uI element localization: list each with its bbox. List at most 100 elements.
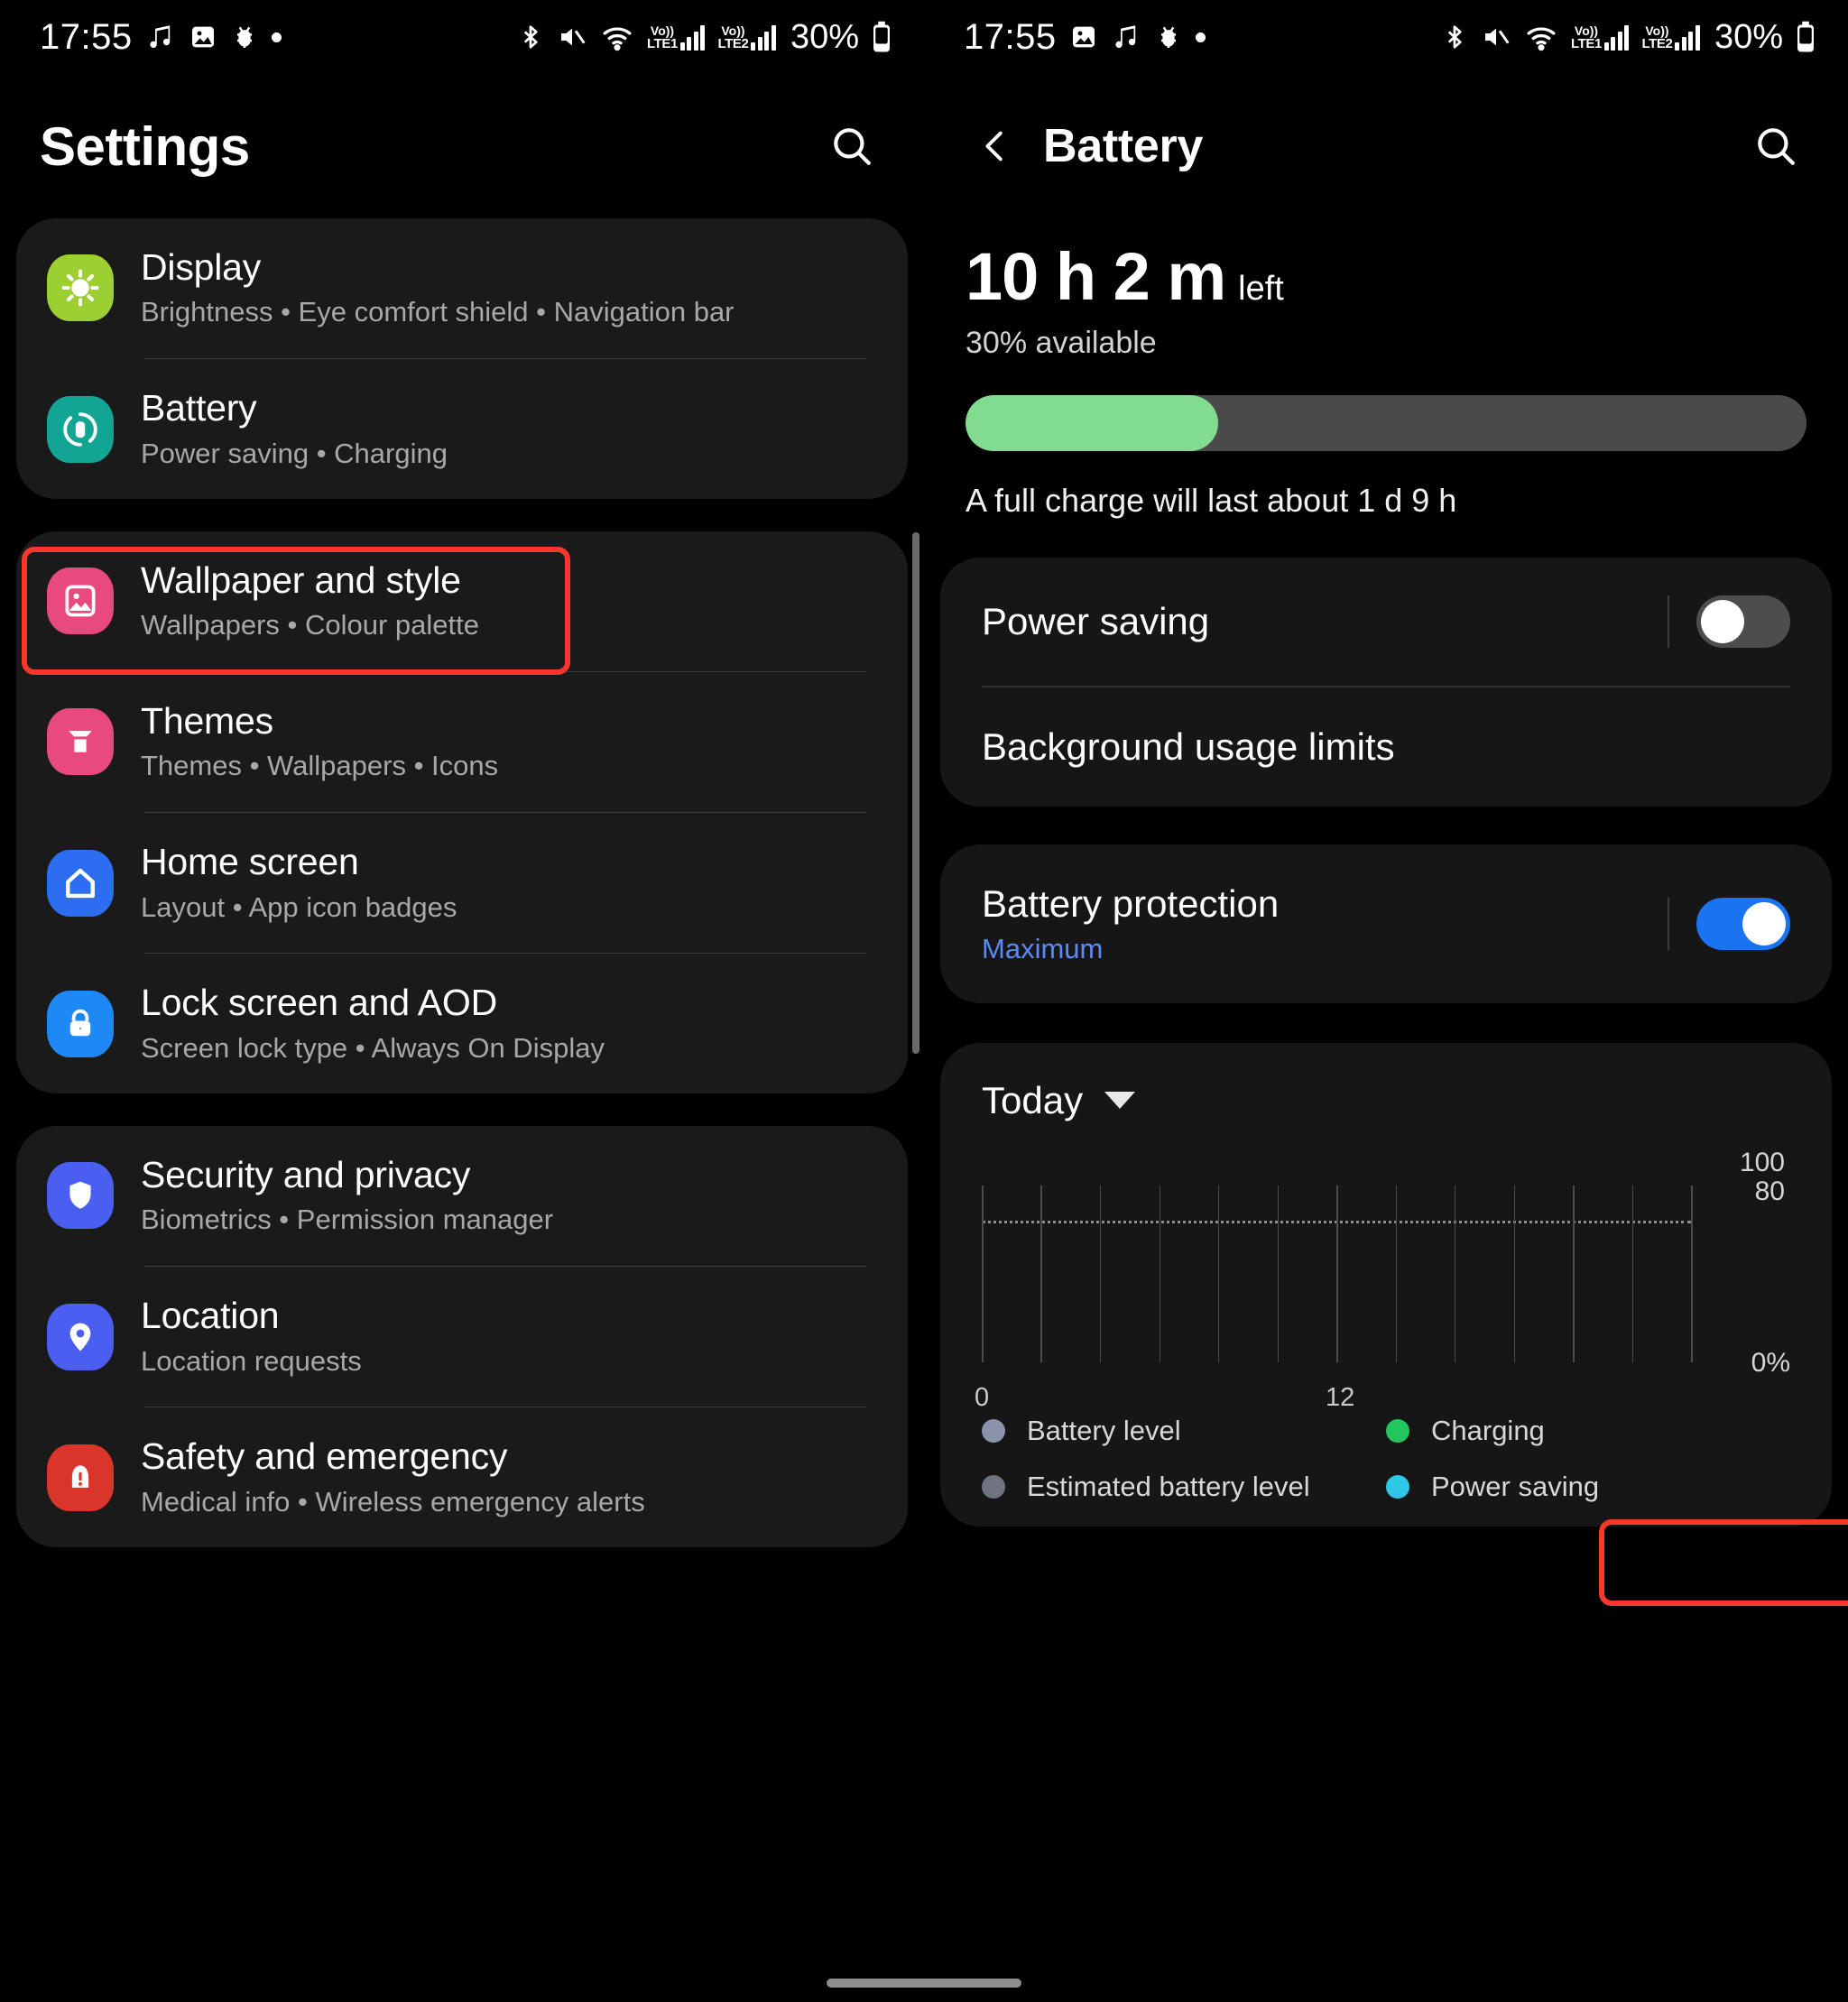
chart-legend: Battery level Estimated battery level Ch… (940, 1415, 1832, 1527)
sidebar-item-location[interactable]: Location Location requests (16, 1267, 908, 1407)
volte-sim2-icon: Vo)) LTE2 (717, 24, 776, 51)
sidebar-item-subtitle: Wallpapers • Colour palette (141, 609, 479, 641)
period-selector[interactable]: Today (940, 1079, 1832, 1122)
chart-gridline (1217, 1185, 1220, 1362)
image-icon (189, 23, 217, 51)
battery-usage-chart: 100 80 0% 0 12 (940, 1148, 1832, 1412)
row-battery-protection[interactable]: Battery protection Maximum (940, 844, 1832, 1003)
sidebar-item-home-screen[interactable]: Home screen Layout • App icon badges (16, 813, 908, 953)
battery-available: 30% available (966, 326, 1157, 360)
signal-sim2-icon (751, 24, 776, 51)
sidebar-item-safety-and-emergency[interactable]: Safety and emergency Medical info • Wire… (16, 1407, 908, 1547)
status-battery-percent: 30% (1714, 17, 1783, 56)
chart-xtick-0: 0 (975, 1382, 990, 1412)
battery-circle-icon (47, 395, 114, 463)
sidebar-item-label: Security and privacy (141, 1154, 471, 1196)
sidebar-item-label: Display (141, 246, 262, 288)
scrollbar-thumb[interactable] (912, 532, 919, 1054)
battery-pane: 17:55 Vo)) LTE1 Vo)) LTE2 30% Battery 10… (924, 0, 1848, 2002)
sidebar-item-label: Themes (141, 700, 273, 743)
sidebar-item-subtitle: Biometrics • Permission manager (141, 1204, 554, 1236)
battery-icon (872, 21, 892, 53)
volte-sim1-top: Vo)) (1574, 23, 1599, 38)
legend-label: Charging (1431, 1414, 1545, 1446)
sidebar-item-subtitle: Layout • App icon badges (141, 890, 457, 923)
battery-header: Battery (924, 74, 1848, 218)
battery-usage-chart-card: Today 100 80 0% 0 12 Battery level Estim… (940, 1042, 1832, 1527)
status-battery-percent: 30% (790, 17, 859, 56)
legend-dot (982, 1418, 1005, 1443)
volte-sim1-icon: Vo)) LTE1 (1571, 23, 1630, 51)
settings-scroll-area[interactable]: Display Brightness • Eye comfort shield … (0, 218, 924, 2002)
legend-label: Power saving (1431, 1470, 1600, 1502)
volte-sim1-icon: Vo)) LTE1 (647, 23, 706, 51)
navigation-bar (0, 1953, 1848, 2002)
search-icon[interactable] (819, 114, 884, 179)
battery-protection-sub: Maximum (982, 932, 1104, 964)
legend-label: Battery level (1027, 1414, 1181, 1446)
chevron-left-icon[interactable] (964, 115, 1027, 178)
search-icon[interactable] (1743, 114, 1808, 179)
volte-sim2-top: Vo)) (1645, 23, 1669, 38)
home-gesture-pill[interactable] (827, 1979, 1021, 1988)
chart-gridline (1513, 1185, 1515, 1362)
music-note-icon (145, 22, 176, 52)
image-icon (47, 567, 114, 635)
toggle-separator (1668, 897, 1669, 950)
lock-icon (47, 990, 114, 1057)
battery-protection-card: Battery protection Maximum (940, 844, 1832, 1003)
page-title: Battery (1043, 120, 1204, 172)
toggle-separator (1668, 595, 1669, 648)
chart-plot-area: 100 80 0% 0 12 (975, 1148, 1790, 1412)
sidebar-item-display[interactable]: Display Brightness • Eye comfort shield … (16, 218, 908, 358)
power-saving-toggle[interactable] (1696, 595, 1790, 648)
power-saving-label: Power saving (982, 600, 1210, 642)
sun-icon (47, 254, 114, 322)
sidebar-item-themes[interactable]: Themes Themes • Wallpapers • Icons (16, 672, 908, 812)
legend-item-power-saving: Power saving (1386, 1471, 1790, 1503)
legend-dot (1386, 1474, 1409, 1499)
sidebar-item-battery[interactable]: Battery Power saving • Charging (16, 359, 908, 499)
mute-icon (1481, 23, 1511, 51)
volte-sim1-top: Vo)) (650, 23, 675, 38)
music-note-icon (1111, 22, 1141, 52)
legend-item-estimated-battery-level: Estimated battery level (982, 1471, 1386, 1503)
dot-icon (1195, 32, 1206, 42)
battery-level-bar (966, 395, 1806, 451)
shield-icon (47, 1162, 114, 1230)
chevron-down-icon[interactable] (1104, 1092, 1136, 1109)
settings-header: Settings (0, 74, 924, 218)
alarm-bug-icon (230, 22, 259, 52)
status-bar-right: 17:55 Vo)) LTE1 Vo)) LTE2 30% (924, 0, 1848, 74)
sidebar-item-security-and-privacy[interactable]: Security and privacy Biometrics • Permis… (16, 1126, 908, 1266)
emergency-icon (47, 1444, 114, 1511)
battery-protection-toggle[interactable] (1696, 897, 1790, 950)
sidebar-item-subtitle: Power saving • Charging (141, 437, 448, 469)
row-power-saving[interactable]: Power saving (940, 558, 1832, 686)
battery-full-charge-note: A full charge will last about 1 d 9 h (966, 482, 1457, 519)
chart-ytick-100: 100 (1739, 1147, 1785, 1177)
dual-pane-screenshot: 17:55 Vo)) LTE1 Vo)) LTE2 30% Settings D… (0, 0, 1848, 2002)
status-bar-left: 17:55 Vo)) LTE1 Vo)) LTE2 30% (0, 0, 924, 74)
legend-item-charging: Charging (1386, 1415, 1790, 1447)
volte-sim1-bottom: LTE1 (647, 35, 678, 51)
wifi-icon (600, 23, 634, 51)
volte-sim2-bottom: LTE2 (717, 35, 749, 51)
wifi-icon (1524, 23, 1558, 51)
row-background-usage-limits[interactable]: Background usage limits (940, 687, 1832, 807)
chart-gridline (1395, 1185, 1397, 1362)
battery-time-left-value: 10 h 2 m (966, 239, 1226, 314)
sidebar-item-label: Wallpaper and style (141, 558, 461, 601)
battery-hero: 10 h 2 m left 30% available A full charg… (924, 218, 1848, 520)
chart-xtick-12: 12 (1326, 1382, 1355, 1412)
battery-time-left: 10 h 2 m left (966, 238, 1806, 315)
chart-gridline (1454, 1185, 1456, 1362)
sidebar-item-wallpaper-and-style[interactable]: Wallpaper and style Wallpapers • Colour … (16, 531, 908, 671)
highlight-box-background-usage-limits (1599, 1519, 1848, 1606)
sidebar-item-lock-screen-and-aod[interactable]: Lock screen and AOD Screen lock type • A… (16, 954, 908, 1093)
background-usage-limits-label: Background usage limits (982, 724, 1395, 768)
volte-sim2-icon: Vo)) LTE2 (1641, 23, 1700, 51)
sidebar-item-subtitle: Themes • Wallpapers • Icons (141, 750, 499, 782)
theme-icon (47, 708, 114, 776)
signal-sim2-icon (1675, 24, 1700, 51)
